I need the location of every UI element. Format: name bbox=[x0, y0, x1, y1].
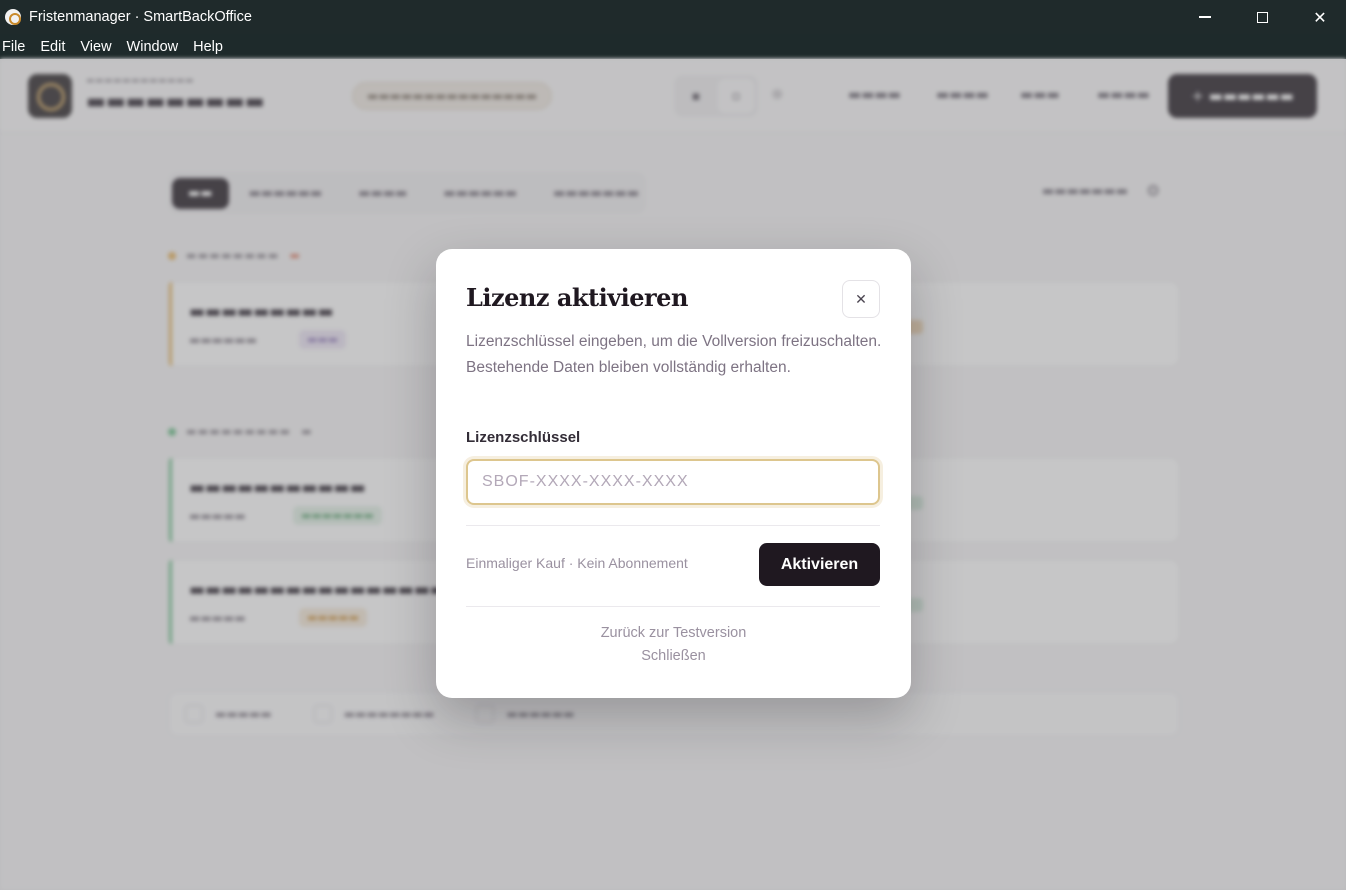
dialog-title: Lizenz aktivieren bbox=[466, 283, 688, 312]
window-titlebar: Fristenmanager · SmartBackOffice bbox=[0, 0, 1346, 34]
menu-edit[interactable]: Edit bbox=[40, 39, 65, 55]
menu-bar: File Edit View Window Help bbox=[0, 34, 1346, 59]
close-icon: ✕ bbox=[1313, 7, 1327, 27]
close-icon: ✕ bbox=[855, 290, 867, 307]
window-title: Fristenmanager · SmartBackOffice bbox=[29, 9, 252, 25]
minimize-icon bbox=[1199, 16, 1211, 18]
dialog-close-button[interactable]: ✕ bbox=[842, 280, 880, 318]
close-link[interactable]: Schließen bbox=[436, 648, 911, 664]
divider bbox=[466, 525, 880, 526]
license-key-label: Lizenzschlüssel bbox=[466, 429, 581, 446]
dialog-description: Lizenzschlüssel eingeben, um die Vollver… bbox=[466, 333, 882, 376]
back-to-trial-link[interactable]: Zurück zur Testversion bbox=[436, 625, 911, 641]
maximize-icon bbox=[1256, 11, 1268, 23]
license-activation-dialog: Lizenz aktivieren ✕ Lizenzschlüssel eing… bbox=[436, 249, 911, 698]
minimize-button[interactable] bbox=[1176, 0, 1234, 34]
maximize-button[interactable] bbox=[1233, 0, 1291, 34]
menu-file[interactable]: File bbox=[2, 39, 25, 55]
window-close-button[interactable]: ✕ bbox=[1291, 0, 1346, 34]
menu-view[interactable]: View bbox=[80, 39, 111, 55]
menu-window[interactable]: Window bbox=[127, 39, 179, 55]
license-key-input[interactable] bbox=[466, 459, 880, 505]
app-icon bbox=[5, 9, 21, 25]
divider bbox=[466, 606, 880, 607]
menu-help[interactable]: Help bbox=[193, 39, 223, 55]
purchase-note: Einmaliger Kauf · Kein Abonnement bbox=[466, 555, 688, 571]
activate-button[interactable]: Aktivieren bbox=[759, 543, 880, 586]
